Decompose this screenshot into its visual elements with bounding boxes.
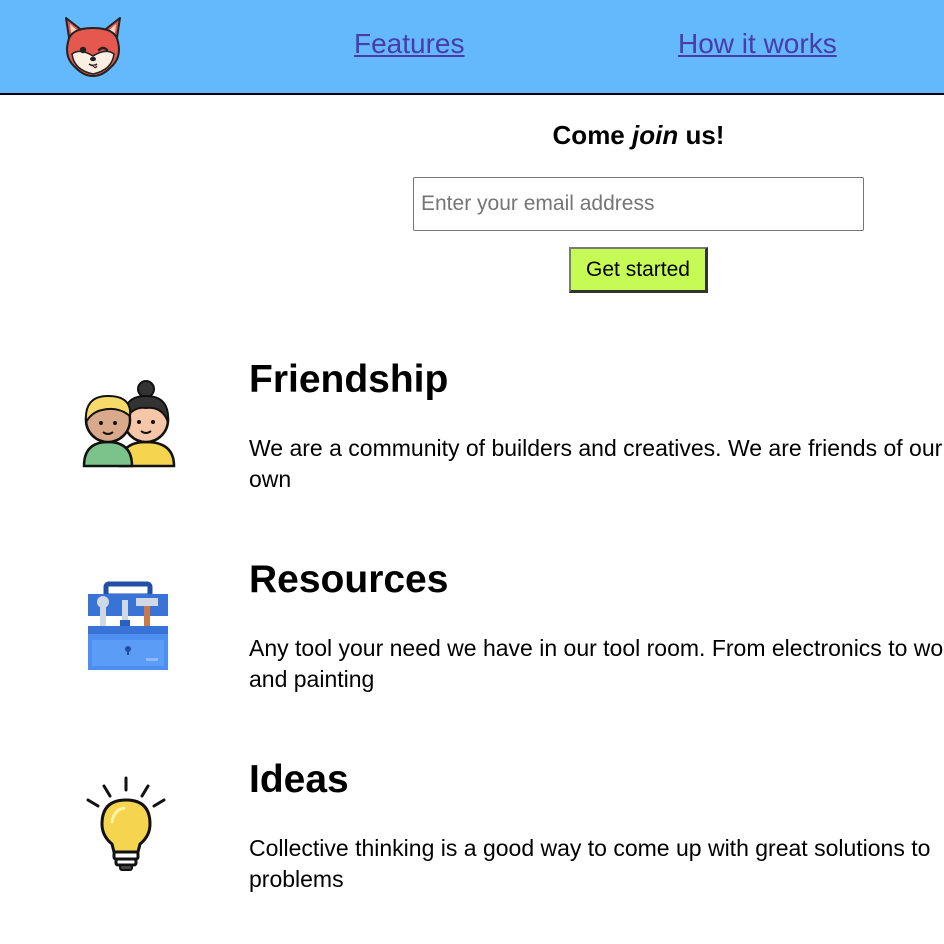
signup-title-before: Come [552, 120, 632, 150]
nav-link-features[interactable]: Features [354, 28, 465, 60]
lightbulb-icon [86, 776, 166, 871]
toolbox-icon [88, 581, 168, 670]
nav-link-how-it-works[interactable]: How it works [678, 28, 837, 60]
feature-title: Resources [249, 558, 449, 601]
feature-text: Any tool your need we have in our tool r… [249, 635, 944, 692]
feature-title: Friendship [249, 358, 449, 401]
feature-friendship: Friendship We are a community of builder… [0, 358, 944, 528]
site-header: Features How it works [0, 0, 944, 95]
friends-icon [82, 380, 176, 468]
email-input[interactable] [413, 177, 864, 231]
feature-text: Collective thinking is a good way to com… [249, 835, 931, 892]
signup-title: Come join us! [413, 120, 864, 151]
get-started-button[interactable]: Get started [569, 247, 708, 293]
fox-logo-icon[interactable] [60, 14, 126, 80]
feature-resources: Resources Any tool your need we have in … [0, 558, 944, 728]
signup-title-emphasis: join [632, 120, 679, 150]
feature-text: We are a community of builders and creat… [249, 435, 943, 492]
feature-title: Ideas [249, 758, 349, 801]
feature-ideas: Ideas Collective thinking is a good way … [0, 758, 944, 928]
signup-title-after: us! [678, 120, 725, 150]
